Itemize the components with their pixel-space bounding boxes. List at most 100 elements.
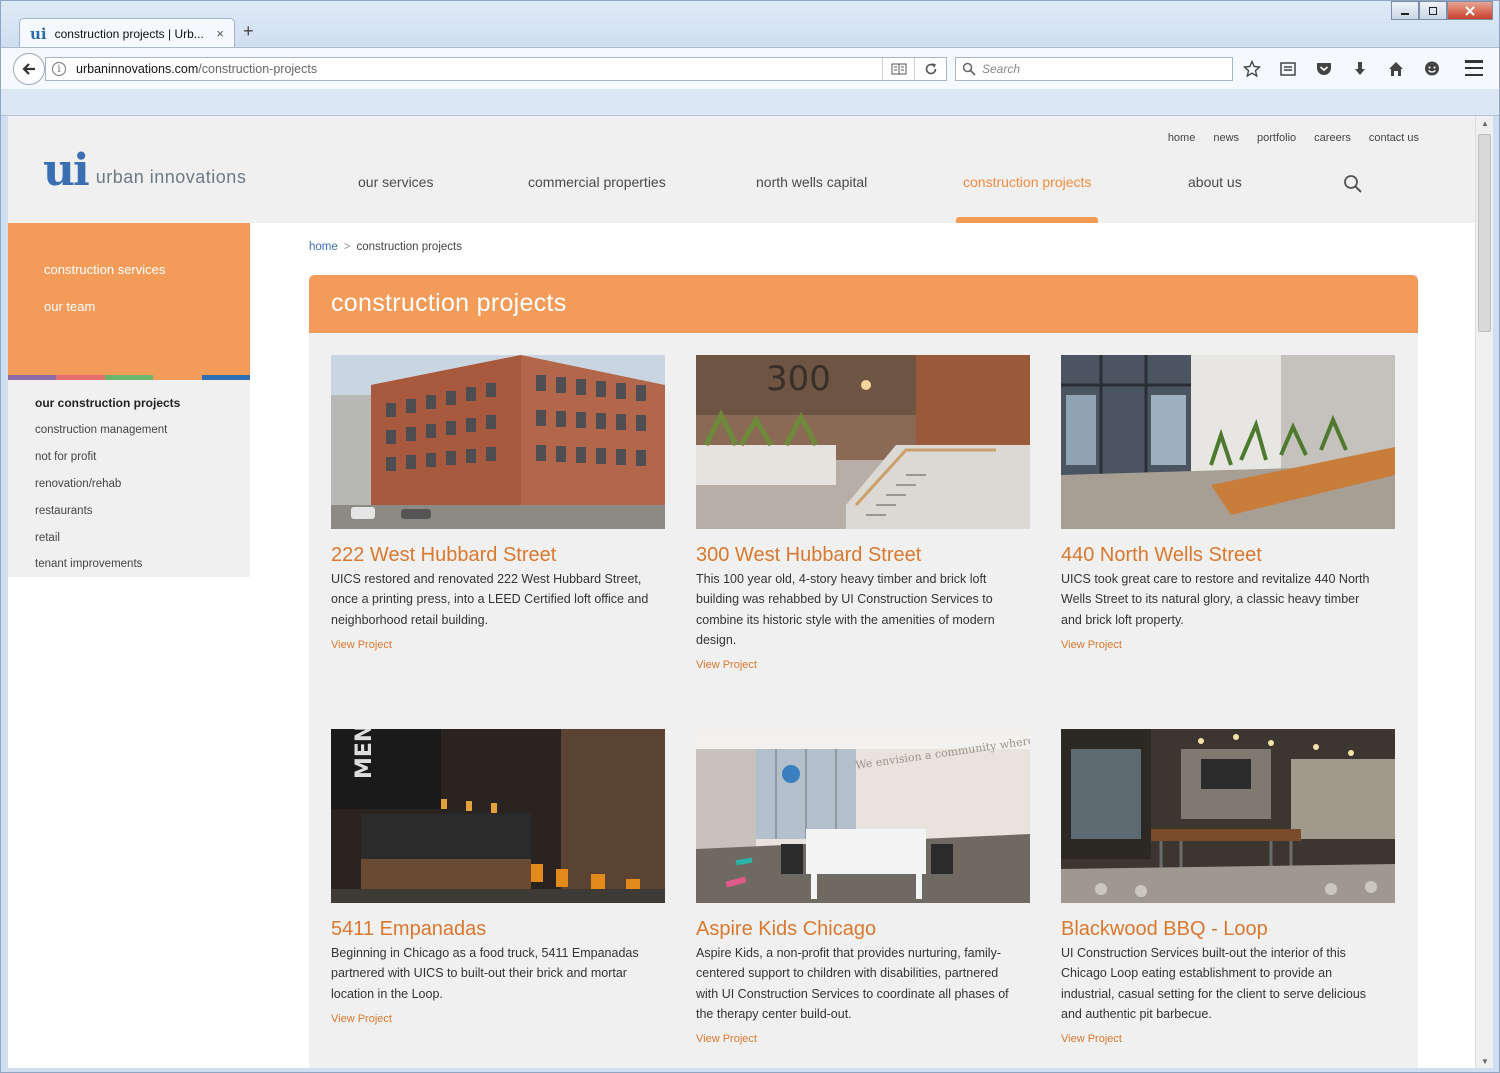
back-arrow-icon bbox=[22, 63, 35, 75]
downloads-button[interactable] bbox=[1349, 58, 1371, 80]
breadcrumb-home[interactable]: home bbox=[309, 241, 338, 253]
project-title[interactable]: 222 West Hubbard Street bbox=[331, 544, 665, 567]
restaurant-interior-photo: MENU bbox=[331, 729, 665, 903]
main-nav: our services commercial properties north… bbox=[8, 174, 1477, 196]
star-icon bbox=[1243, 60, 1261, 78]
reload-button[interactable] bbox=[914, 58, 946, 80]
reader-view-button[interactable] bbox=[882, 58, 914, 80]
search-bar[interactable]: Search bbox=[955, 57, 1233, 81]
project-image-5411-empanadas[interactable]: MENU bbox=[331, 729, 665, 903]
scroll-down-arrow-icon[interactable]: ▼ bbox=[1476, 1054, 1494, 1068]
reading-list-button[interactable] bbox=[1277, 58, 1299, 80]
project-image-blackwood-bbq[interactable] bbox=[1061, 729, 1395, 903]
title-bar: ui construction projects | Urb... × + bbox=[1, 1, 1499, 48]
util-nav-portfolio[interactable]: portfolio bbox=[1257, 132, 1296, 144]
nav-commercial-properties[interactable]: commercial properties bbox=[528, 174, 666, 190]
site-header: ui urban innovations home news portfolio… bbox=[8, 116, 1477, 223]
scroll-thumb[interactable] bbox=[1478, 134, 1491, 332]
menu-sign: MENU bbox=[352, 729, 377, 779]
view-project-link[interactable]: View Project bbox=[331, 1013, 665, 1025]
favicon-icon: ui bbox=[30, 24, 47, 43]
reader-view-icon bbox=[891, 63, 906, 75]
hamburger-menu-button[interactable] bbox=[1465, 60, 1483, 76]
view-project-link[interactable]: View Project bbox=[1061, 639, 1395, 651]
reading-list-icon bbox=[1280, 62, 1296, 76]
sidebar-item-restaurants[interactable]: restaurants bbox=[35, 505, 93, 517]
search-icon bbox=[962, 62, 976, 76]
close-button[interactable] bbox=[1447, 1, 1493, 20]
page-viewport: ui urban innovations home news portfolio… bbox=[8, 116, 1477, 1068]
project-description: Beginning in Chicago as a food truck, 54… bbox=[331, 946, 639, 1001]
breadcrumb-separator: > bbox=[343, 241, 351, 253]
sidebar-panel: construction services our team bbox=[8, 223, 250, 380]
project-card: MENU 5411 Empanadas Beginning in Chicago… bbox=[331, 729, 665, 1025]
project-image-222-west-hubbard[interactable] bbox=[331, 355, 665, 529]
project-description: Aspire Kids, a non-profit that provides … bbox=[696, 946, 1009, 1021]
project-image-440-north-wells[interactable] bbox=[1061, 355, 1395, 529]
nav-north-wells-capital[interactable]: north wells capital bbox=[756, 174, 867, 190]
search-placeholder: Search bbox=[982, 62, 1021, 76]
pocket-button[interactable] bbox=[1313, 58, 1335, 80]
sidebar-item-renovation-rehab[interactable]: renovation/rehab bbox=[35, 478, 121, 490]
toolbar-icons bbox=[1241, 58, 1443, 80]
project-title[interactable]: 300 West Hubbard Street bbox=[696, 544, 1030, 567]
download-icon bbox=[1355, 62, 1365, 75]
nav-our-services[interactable]: our services bbox=[358, 174, 433, 190]
sidebar-item-tenant-improvements[interactable]: tenant improvements bbox=[35, 558, 142, 570]
window-controls bbox=[1391, 1, 1493, 20]
browser-tab[interactable]: ui construction projects | Urb... × bbox=[19, 18, 235, 48]
page-title: construction projects bbox=[331, 289, 567, 317]
util-nav-home[interactable]: home bbox=[1168, 132, 1196, 144]
scroll-up-arrow-icon[interactable]: ▲ bbox=[1476, 116, 1494, 130]
sidebar-item-retail[interactable]: retail bbox=[35, 532, 60, 544]
sidebar-heading[interactable]: our construction projects bbox=[35, 396, 180, 410]
address-bar[interactable]: i urbaninnovations.com/construction-proj… bbox=[45, 57, 947, 81]
new-tab-button[interactable]: + bbox=[243, 21, 254, 42]
minimize-button[interactable] bbox=[1391, 1, 1419, 20]
project-image-aspire-kids[interactable]: We envision a community where people of … bbox=[696, 729, 1030, 903]
menu-line-icon bbox=[1465, 73, 1483, 76]
project-description: UICS restored and renovated 222 West Hub… bbox=[331, 572, 649, 627]
project-title[interactable]: 5411 Empanadas bbox=[331, 918, 665, 941]
home-button[interactable] bbox=[1385, 58, 1407, 80]
project-image-300-west-hubbard[interactable]: 300 bbox=[696, 355, 1030, 529]
restore-button[interactable] bbox=[1419, 1, 1447, 20]
project-title[interactable]: 440 North Wells Street bbox=[1061, 544, 1395, 567]
browser-window: ui construction projects | Urb... × + i … bbox=[0, 0, 1500, 1073]
sidebar-link-our-team[interactable]: our team bbox=[44, 299, 95, 314]
sidebar-item-construction-management[interactable]: construction management bbox=[35, 424, 167, 436]
project-card: We envision a community where people of … bbox=[696, 729, 1030, 1045]
info-icon[interactable]: i bbox=[52, 62, 66, 76]
sidebar-link-construction-services[interactable]: construction services bbox=[44, 262, 165, 277]
minimize-icon bbox=[1401, 12, 1409, 15]
bookmarks-bar bbox=[1, 89, 1499, 116]
view-project-link[interactable]: View Project bbox=[696, 659, 1030, 671]
bookmark-star-button[interactable] bbox=[1241, 58, 1263, 80]
sidebar-list: our construction projects construction m… bbox=[8, 380, 250, 577]
project-card: 440 North Wells Street UICS took great c… bbox=[1061, 355, 1395, 651]
sidebar-item-not-for-profit[interactable]: not for profit bbox=[35, 451, 96, 463]
project-title[interactable]: Aspire Kids Chicago bbox=[696, 918, 1030, 941]
util-nav-careers[interactable]: careers bbox=[1314, 132, 1351, 144]
tab-close-icon[interactable]: × bbox=[216, 26, 224, 41]
back-button[interactable] bbox=[13, 53, 45, 85]
breadcrumb: home > construction projects bbox=[309, 241, 462, 253]
menu-line-icon bbox=[1465, 60, 1483, 63]
view-project-link[interactable]: View Project bbox=[331, 639, 665, 651]
util-nav-contact-us[interactable]: contact us bbox=[1369, 132, 1419, 144]
nav-construction-projects[interactable]: construction projects bbox=[963, 174, 1091, 190]
menu-line-icon bbox=[1465, 66, 1483, 70]
site-search-icon[interactable] bbox=[1343, 174, 1363, 194]
view-project-link[interactable]: View Project bbox=[696, 1033, 1030, 1045]
url-path: /construction-projects bbox=[198, 62, 318, 76]
tab-title: construction projects | Urb... bbox=[54, 26, 204, 41]
view-project-link[interactable]: View Project bbox=[1061, 1033, 1395, 1045]
chat-button[interactable] bbox=[1421, 58, 1443, 80]
building-exterior-photo bbox=[331, 355, 665, 529]
office-interior-photo: We envision a community where people of … bbox=[696, 729, 1030, 903]
vertical-scrollbar[interactable]: ▲ ▼ bbox=[1475, 116, 1493, 1068]
nav-about-us[interactable]: about us bbox=[1188, 174, 1242, 190]
restore-icon bbox=[1429, 6, 1437, 15]
project-title[interactable]: Blackwood BBQ - Loop bbox=[1061, 918, 1395, 941]
util-nav-news[interactable]: news bbox=[1213, 132, 1239, 144]
